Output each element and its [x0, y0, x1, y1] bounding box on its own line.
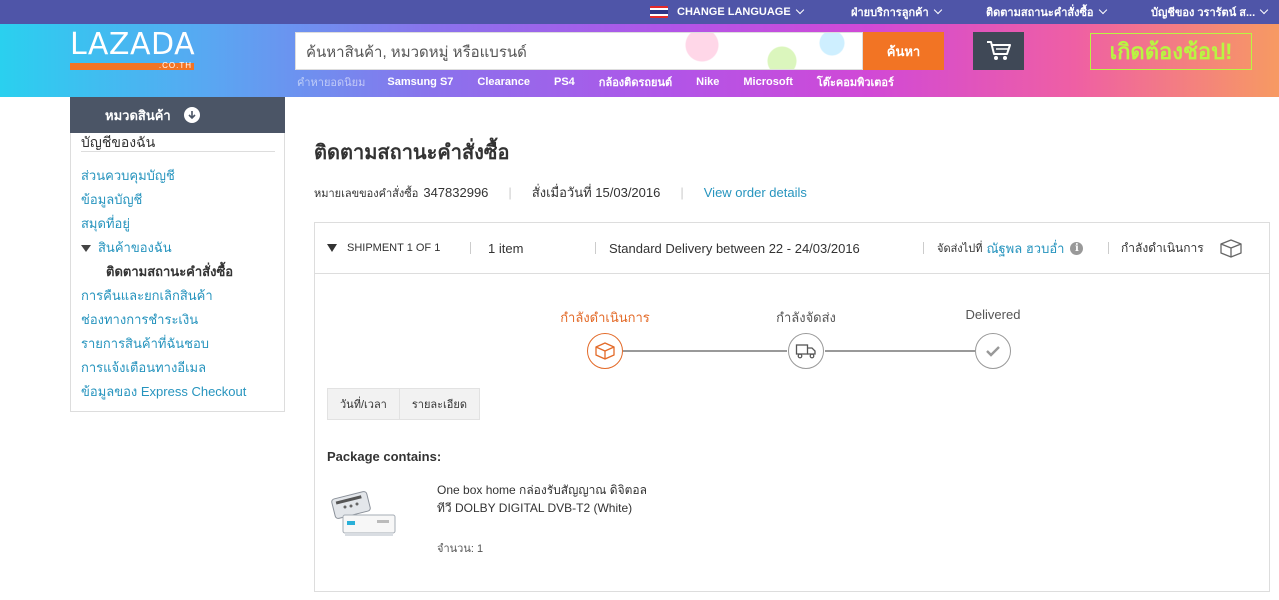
view-order-details-link[interactable]: View order details [704, 185, 807, 200]
tab-date-time[interactable]: วันที่/เวลา [327, 388, 400, 420]
box-icon [1220, 239, 1242, 258]
sidebar-item-express-checkout[interactable]: ข้อมูลของ Express Checkout [81, 381, 246, 402]
tracking-tabs: วันที่/เวลา รายละเอียด [327, 388, 480, 420]
shipment-toggle[interactable]: SHIPMENT 1 OF 1 [327, 223, 440, 273]
shipment-header: SHIPMENT 1 OF 1 1 item Standard Delivery… [315, 223, 1269, 274]
popular-keywords-label: คำหายอดนิยม [297, 77, 366, 89]
sidebar-item-my-orders[interactable]: สินค้าของฉัน [81, 237, 172, 258]
order-meta: หมายเลขของคำสั่งซื้อ 347832996 | สั่งเมื… [314, 182, 807, 203]
change-language-label: CHANGE LANGUAGE [677, 6, 791, 18]
chevron-down-icon [933, 5, 942, 15]
account-sidebar: บัญชีของฉัน ส่วนควบคุมบัญชี ข้อมูลบัญชี … [70, 133, 285, 412]
divider [470, 242, 471, 254]
sidebar-item-address-book[interactable]: สมุดที่อยู่ [81, 213, 130, 234]
divider [1108, 242, 1109, 254]
product-image[interactable] [331, 485, 399, 541]
keyword-link[interactable]: Nike [696, 76, 719, 88]
track-order-link[interactable]: ติดตามสถานะคำสั่งซื้อ [986, 0, 1107, 24]
customer-service-link[interactable]: ฝ่ายบริการลูกค้า [851, 0, 942, 24]
step-shipping [788, 333, 824, 369]
keyword-link[interactable]: โต๊ะคอมพิวเตอร์ [817, 73, 894, 91]
lazada-logo[interactable]: LAZADA .CO.TH [70, 27, 196, 72]
page-title: ติดตามสถานะคำสั่งซื้อ [314, 142, 510, 164]
shipment-status-label: กำลังดำเนินการ [1121, 240, 1204, 255]
box-icon [595, 342, 615, 360]
delivery-window: Standard Delivery between 22 - 24/03/201… [609, 240, 860, 256]
check-icon [986, 346, 1000, 357]
sidebar-item-email-notifications[interactable]: การแจ้งเตือนทางอีเมล [81, 357, 206, 378]
my-orders-label: สินค้าของฉัน [98, 240, 172, 255]
package-contains-title: Package contains: [327, 449, 442, 464]
account-label: บัญชีของ วรารัตน์ ส... [1151, 7, 1256, 19]
chevron-down-icon [1098, 5, 1107, 15]
logo-domain: .CO.TH [158, 61, 192, 70]
chevron-down-icon [795, 5, 804, 15]
popular-keywords: คำหายอดนิยม Samsung S7 Clearance PS4 กล้… [297, 74, 918, 90]
category-button[interactable]: หมวดสินค้า [70, 97, 285, 133]
top-utility-bar: CHANGE LANGUAGE ฝ่ายบริการลูกค้า ติดตามส… [0, 0, 1279, 24]
step-processing [587, 333, 623, 369]
shipment-status: กำลังดำเนินการ [1121, 223, 1244, 273]
triangle-down-icon [81, 245, 91, 253]
order-number-label: หมายเลขของคำสั่งซื้อ [314, 187, 419, 200]
sidebar-item-payment[interactable]: ช่องทางการชำระเงิน [81, 309, 198, 330]
divider: | [508, 185, 512, 200]
tab-details[interactable]: รายละเอียด [399, 388, 480, 420]
shipment-items: 1 item [488, 240, 524, 256]
keyword-link[interactable]: Clearance [477, 76, 530, 88]
site-header: CHANGE LANGUAGE ฝ่ายบริการลูกค้า ติดตามส… [0, 0, 1279, 97]
arrow-down-circle-icon [183, 107, 200, 123]
progress-line [623, 350, 787, 352]
search-input[interactable] [296, 33, 862, 69]
search-box [295, 32, 863, 70]
step-label-delivered: Delivered [965, 307, 1021, 322]
keyword-link[interactable]: PS4 [554, 76, 575, 88]
step-label-shipping: กำลังจัดส่ง [776, 310, 836, 325]
logo-text: LAZADA [70, 27, 196, 62]
sidebar-title: บัญชีของฉัน [81, 133, 275, 152]
product-name[interactable]: One box home กล่องรับสัญญาณ ดิจิตอลทีวี … [437, 481, 657, 517]
sidebar-item-account-info[interactable]: ข้อมูลบัญชี [81, 189, 142, 210]
category-button-label: หมวดสินค้า [105, 107, 171, 123]
divider [923, 242, 924, 254]
sidebar-item-track-order[interactable]: ติดตามสถานะคำสั่งซื้อ [106, 261, 233, 282]
sidebar-item-returns[interactable]: การคืนและยกเลิกสินค้า [81, 285, 213, 306]
sidebar-item-wishlist[interactable]: รายการสินค้าที่ฉันชอบ [81, 333, 209, 354]
promo-banner[interactable]: เกิดต้องช้อป! [1090, 33, 1252, 70]
chevron-down-icon [1259, 5, 1269, 15]
step-delivered [975, 333, 1011, 369]
track-order-label: ติดตามสถานะคำสั่งซื้อ [986, 7, 1094, 19]
info-icon[interactable]: i [1070, 241, 1084, 255]
search-button[interactable]: ค้นหา [863, 32, 944, 70]
truck-icon [795, 344, 816, 359]
order-number: 347832996 [423, 185, 489, 200]
shipment-title: SHIPMENT 1 OF 1 [347, 242, 441, 254]
product-quantity: จำนวน: 1 [437, 543, 484, 555]
step-label-processing: กำลังดำเนินการ [560, 310, 650, 325]
progress-line [825, 350, 975, 352]
order-date: สั่งเมื่อวันที่ 15/03/2016 [531, 185, 661, 200]
ship-to-name[interactable]: ณัฐพล ฮวบอ่ำ [986, 238, 1064, 259]
keyword-link[interactable]: Samsung S7 [387, 76, 453, 88]
account-link[interactable]: บัญชีของ วรารัตน์ ส... [1151, 0, 1269, 24]
sidebar-item-dashboard[interactable]: ส่วนควบคุมบัญชี [81, 165, 175, 186]
flag-thailand-icon [650, 6, 668, 18]
divider [595, 242, 596, 254]
triangle-down-icon [327, 244, 337, 252]
divider: | [680, 185, 684, 200]
customer-service-label: ฝ่ายบริการลูกค้า [851, 7, 929, 19]
change-language-link[interactable]: CHANGE LANGUAGE [650, 0, 804, 24]
cart-button[interactable] [973, 32, 1024, 70]
ship-to: จัดส่งไปที่ ณัฐพล ฮวบอ่ำ i [937, 223, 1084, 273]
keyword-link[interactable]: กล้องติดรถยนต์ [599, 73, 672, 91]
shipment-panel: SHIPMENT 1 OF 1 1 item Standard Delivery… [314, 222, 1270, 592]
cart-icon [986, 41, 1011, 60]
ship-to-label: จัดส่งไปที่ [937, 243, 983, 255]
keyword-link[interactable]: Microsoft [743, 76, 793, 88]
